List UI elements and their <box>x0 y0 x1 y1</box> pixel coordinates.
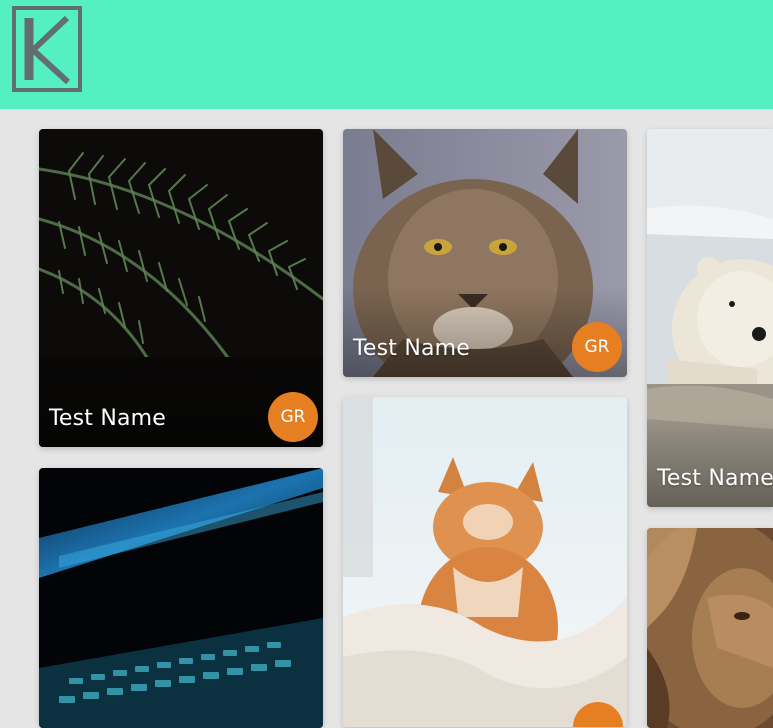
gallery-card-lion[interactable] <box>647 528 773 728</box>
card-photo-cat <box>343 397 627 727</box>
gallery-card-laptop[interactable] <box>39 468 323 728</box>
card-photo-lion <box>647 528 773 728</box>
gallery-card-fern[interactable]: Test Name GR <box>39 129 323 447</box>
card-name: Test Name <box>657 466 773 491</box>
user-avatar[interactable]: GR <box>268 392 318 442</box>
card-name: Test Name <box>353 336 471 361</box>
gallery-card-polar-bear[interactable]: Test Name <box>647 129 773 507</box>
card-name: Test Name <box>49 406 167 431</box>
brand-logo[interactable] <box>12 6 82 92</box>
gallery-card-lynx[interactable]: Test Name GR <box>343 129 627 377</box>
user-avatar[interactable]: GR <box>572 322 622 372</box>
card-caption-shade <box>647 417 773 507</box>
gallery-card-cat[interactable] <box>343 397 627 727</box>
app-header <box>0 0 773 109</box>
card-photo-laptop <box>39 468 323 728</box>
